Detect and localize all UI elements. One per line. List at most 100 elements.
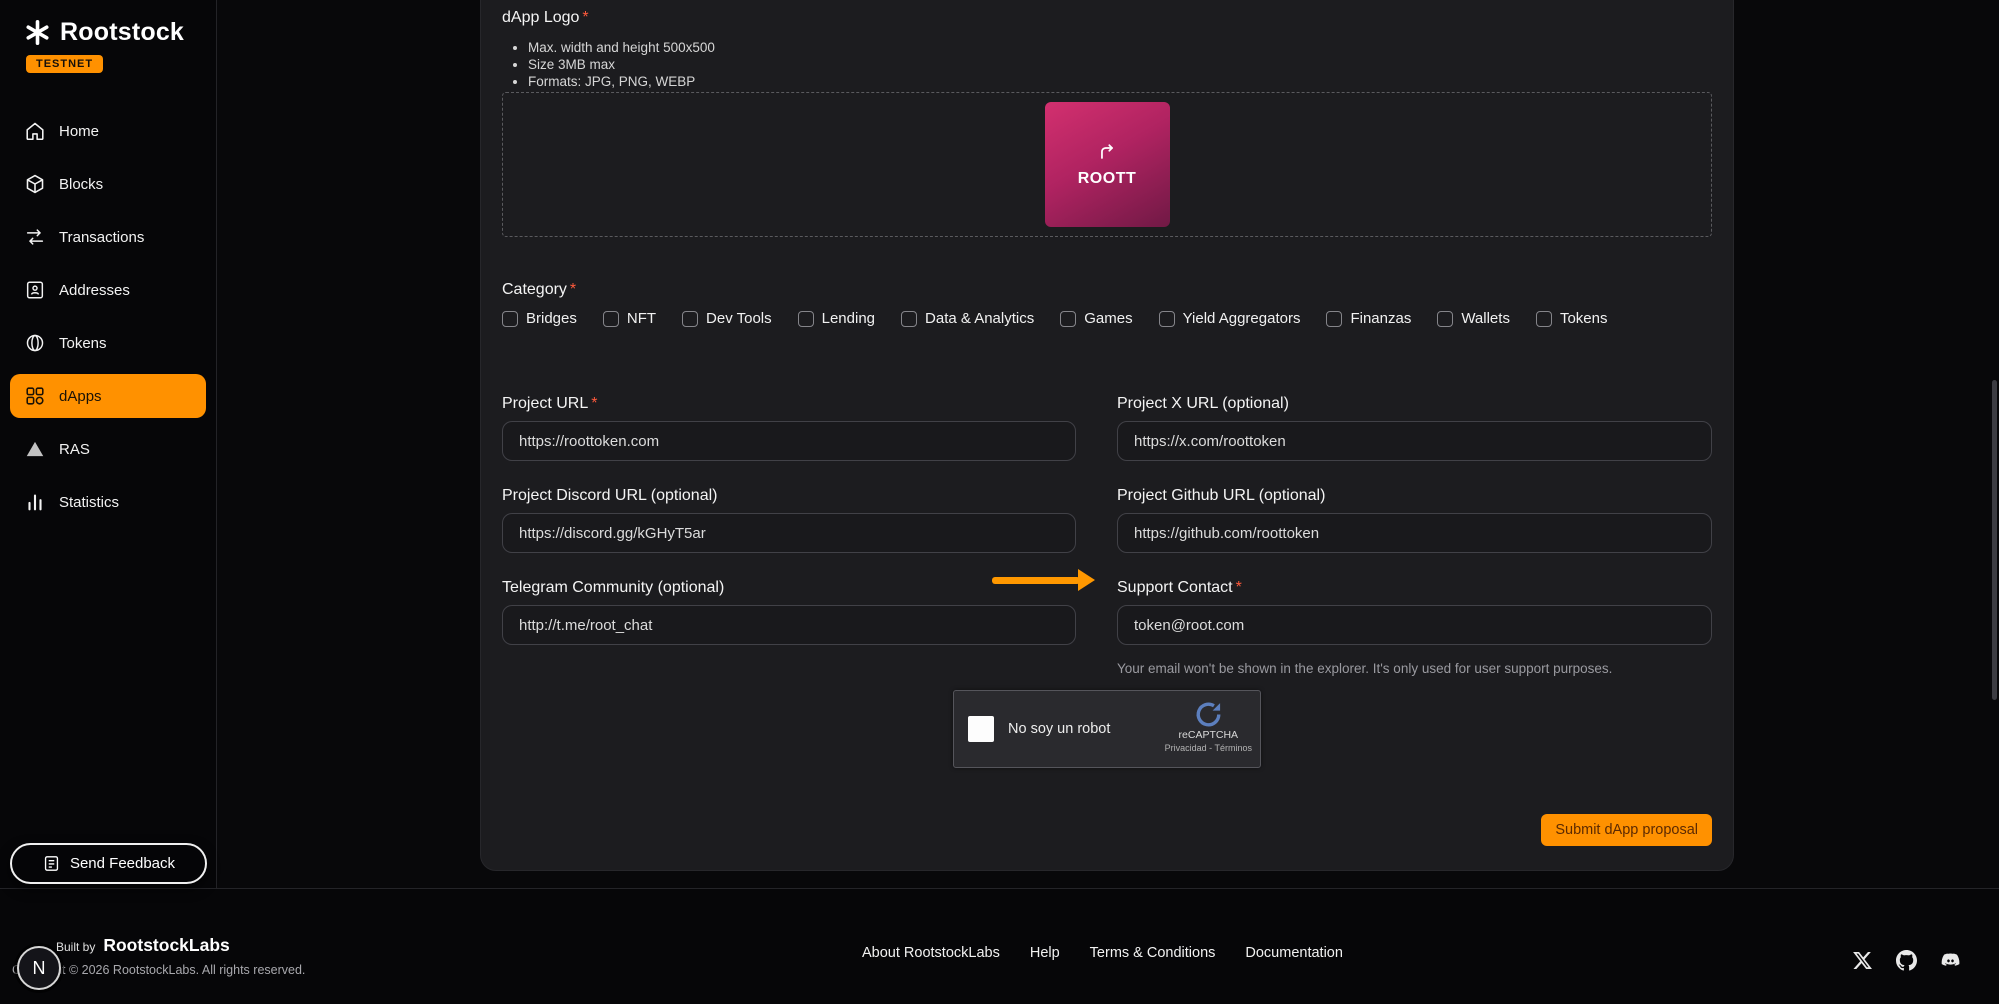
field-telegram-community: Telegram Community (optional) [502, 579, 1076, 676]
sidebar-item-addresses[interactable]: Addresses [10, 268, 206, 312]
category-option-label: Bridges [526, 310, 577, 327]
recaptcha-widget: No soy un robot reCAPTCHA Privacidad - T… [953, 690, 1261, 768]
logo-preview: ROOTT [1045, 102, 1170, 227]
checkbox-icon[interactable] [1536, 311, 1552, 327]
field-project-github-url: Project Github URL (optional) [1117, 487, 1712, 553]
category-option-yield-aggregators[interactable]: Yield Aggregators [1159, 310, 1301, 327]
checkbox-icon[interactable] [798, 311, 814, 327]
recaptcha-brand: reCAPTCHA [1179, 729, 1239, 741]
field-project-url: Project URL* [502, 395, 1076, 461]
checkbox-icon[interactable] [901, 311, 917, 327]
project-github-url-input[interactable] [1117, 513, 1712, 553]
token-logo-icon [1096, 142, 1118, 164]
sidebar-nav: Home Blocks Transactions Addresses Token… [0, 109, 216, 524]
recaptcha-brand-block: reCAPTCHA Privacidad - Términos [1165, 700, 1252, 753]
required-marker: * [570, 281, 576, 298]
logo-upload-area[interactable]: ROOTT [502, 92, 1712, 237]
required-marker: * [1236, 579, 1242, 596]
feedback-icon [42, 854, 61, 873]
logo-rules-list: Max. width and height 500x500 Size 3MB m… [502, 39, 1712, 90]
sidebar-item-ras[interactable]: RAS [10, 427, 206, 471]
project-url-input[interactable] [502, 421, 1076, 461]
url-fields-grid: Project URL* Project X URL (optional) Pr… [502, 395, 1712, 676]
recaptcha-checkbox[interactable] [968, 716, 994, 742]
field-label: Project Discord URL (optional) [502, 487, 717, 504]
home-icon [24, 120, 46, 142]
discord-icon[interactable] [1939, 949, 1961, 971]
x-icon[interactable] [1851, 949, 1873, 971]
category-option-dev-tools[interactable]: Dev Tools [682, 310, 772, 327]
brand[interactable]: Rootstock [0, 18, 216, 47]
sidebar-item-transactions[interactable]: Transactions [10, 215, 206, 259]
checkbox-icon[interactable] [1437, 311, 1453, 327]
ras-icon [24, 438, 46, 460]
category-options-row: Bridges NFT Dev Tools Lending Data & Ana… [502, 310, 1712, 327]
rootstock-flower-icon [24, 19, 51, 46]
footer-link-about[interactable]: About RootstockLabs [862, 945, 1000, 961]
addresses-icon [24, 279, 46, 301]
avatar[interactable]: N [17, 946, 61, 990]
dapps-icon [24, 385, 46, 407]
sidebar-item-label: Home [59, 123, 99, 140]
category-option-label: Yield Aggregators [1183, 310, 1301, 327]
sidebar-item-label: Blocks [59, 176, 103, 193]
footer-link-documentation[interactable]: Documentation [1245, 945, 1343, 961]
category-option-finanzas[interactable]: Finanzas [1326, 310, 1411, 327]
category-option-label: Tokens [1560, 310, 1608, 327]
checkbox-icon[interactable] [1326, 311, 1342, 327]
footer-links: About RootstockLabs Help Terms & Conditi… [862, 945, 1343, 961]
required-marker: * [591, 395, 597, 412]
checkbox-icon[interactable] [682, 311, 698, 327]
category-option-bridges[interactable]: Bridges [502, 310, 577, 327]
telegram-community-input[interactable] [502, 605, 1076, 645]
logo-rule: Formats: JPG, PNG, WEBP [528, 73, 1712, 90]
recaptcha-logo-icon [1194, 700, 1223, 729]
category-option-label: Finanzas [1350, 310, 1411, 327]
footer-social-icons [1851, 949, 1961, 971]
sidebar-item-statistics[interactable]: Statistics [10, 480, 206, 524]
category-option-tokens[interactable]: Tokens [1536, 310, 1608, 327]
footer-link-help[interactable]: Help [1030, 945, 1060, 961]
logo-preview-text: ROOTT [1078, 170, 1137, 188]
category-option-nft[interactable]: NFT [603, 310, 656, 327]
category-option-label: Dev Tools [706, 310, 772, 327]
checkbox-icon[interactable] [502, 311, 518, 327]
sidebar-item-tokens[interactable]: Tokens [10, 321, 206, 365]
field-label: Project X URL (optional) [1117, 395, 1289, 412]
field-support-contact: Support Contact* Your email won't be sho… [1117, 579, 1712, 676]
tokens-icon [24, 332, 46, 354]
testnet-badge: TESTNET [26, 55, 103, 73]
project-discord-url-input[interactable] [502, 513, 1076, 553]
brand-name: Rootstock [60, 18, 184, 47]
submit-dapp-proposal-button[interactable]: Submit dApp proposal [1541, 814, 1712, 846]
footer-link-terms[interactable]: Terms & Conditions [1090, 945, 1216, 961]
checkbox-icon[interactable] [603, 311, 619, 327]
submit-row: Submit dApp proposal [502, 814, 1712, 846]
category-option-data-analytics[interactable]: Data & Analytics [901, 310, 1034, 327]
category-option-lending[interactable]: Lending [798, 310, 875, 327]
logo-rule: Max. width and height 500x500 [528, 39, 1712, 56]
checkbox-icon[interactable] [1060, 311, 1076, 327]
annotation-arrow-shaft [992, 577, 1080, 584]
project-x-url-input[interactable] [1117, 421, 1712, 461]
scrollbar[interactable] [1992, 380, 1997, 700]
category-option-games[interactable]: Games [1060, 310, 1132, 327]
rootstocklabs-wordmark[interactable]: RootstockLabs [103, 935, 229, 956]
sidebar-item-label: dApps [59, 388, 102, 405]
dapp-proposal-form-card: dApp Logo* Max. width and height 500x500… [480, 0, 1734, 871]
sidebar-item-dapps[interactable]: dApps [10, 374, 206, 418]
checkbox-icon[interactable] [1159, 311, 1175, 327]
category-label: Category* [502, 281, 1712, 299]
support-contact-input[interactable] [1117, 605, 1712, 645]
transactions-icon [24, 226, 46, 248]
recaptcha-terms-link[interactable]: Privacidad - Términos [1165, 743, 1252, 753]
send-feedback-button[interactable]: Send Feedback [10, 843, 207, 884]
github-icon[interactable] [1895, 949, 1917, 971]
category-option-label: Games [1084, 310, 1132, 327]
category-option-wallets[interactable]: Wallets [1437, 310, 1510, 327]
sidebar-item-home[interactable]: Home [10, 109, 206, 153]
category-option-label: NFT [627, 310, 656, 327]
sidebar-item-blocks[interactable]: Blocks [10, 162, 206, 206]
category-label-text: Category [502, 281, 567, 298]
category-option-label: Data & Analytics [925, 310, 1034, 327]
